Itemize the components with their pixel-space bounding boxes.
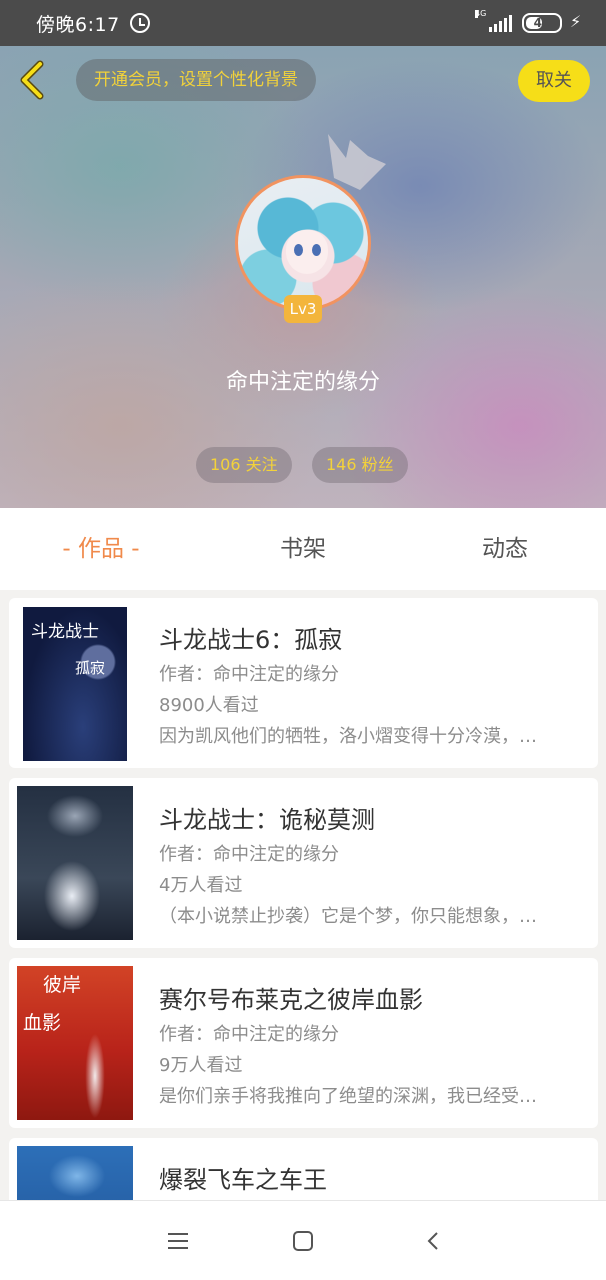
book-title: 爆裂飞车之车王 <box>159 1166 327 1194</box>
alarm-icon <box>129 13 150 33</box>
book-cover <box>17 786 133 940</box>
menu-icon[interactable] <box>168 1233 188 1249</box>
works-list: 斗龙战士 孤寂 斗龙战士6：孤寂 作者：命中注定的缘分 8900人看过 因为凯风… <box>9 598 598 1200</box>
battery-icon: 41 <box>522 13 562 33</box>
book-card[interactable]: 彼岸 血影 赛尔号布莱克之彼岸血影 作者：命中注定的缘分 9万人看过 是你们亲手… <box>9 958 598 1128</box>
fans-count[interactable]: 146 粉丝 <box>312 447 408 483</box>
book-description: 是你们亲手将我推向了绝望的深渊，我已经受… <box>159 1086 537 1107</box>
profile-header: 开通会员，设置个性化背景 取关 Lv3 命中注定的缘分 106 关注 146 粉… <box>0 46 606 508</box>
book-title: 斗龙战士6：孤寂 <box>159 626 343 654</box>
cover-title: 彼岸 <box>43 974 82 996</box>
system-nav-bar <box>0 1200 606 1280</box>
cover-title: 斗龙战士 <box>31 622 99 642</box>
signal-icon: 4G <box>475 10 512 32</box>
username: 命中注定的缘分 <box>225 370 380 395</box>
book-views: 4万人看过 <box>159 875 243 896</box>
book-card[interactable]: 斗龙战士 孤寂 斗龙战士6：孤寂 作者：命中注定的缘分 8900人看过 因为凯风… <box>9 598 598 768</box>
book-card[interactable]: 爆裂飞车之车王 <box>9 1138 598 1200</box>
tab-bookshelf[interactable]: 书架 <box>202 508 404 590</box>
cover-subtitle: 血影 <box>23 1012 62 1034</box>
vip-background-prompt[interactable]: 开通会员，设置个性化背景 <box>76 59 316 101</box>
following-count[interactable]: 106 关注 <box>196 447 292 483</box>
book-cover: 斗龙战士 孤寂 <box>23 607 127 761</box>
book-card[interactable]: 斗龙战士：诡秘莫测 作者：命中注定的缘分 4万人看过 （本小说禁止抄袭）它是个梦… <box>9 778 598 948</box>
book-author: 作者：命中注定的缘分 <box>159 844 339 865</box>
back-icon[interactable] <box>424 1231 444 1251</box>
book-views: 9万人看过 <box>159 1055 243 1076</box>
level-badge: Lv3 <box>284 295 322 323</box>
book-title: 斗龙战士：诡秘莫测 <box>159 806 375 834</box>
tab-activity[interactable]: 动态 <box>404 508 606 590</box>
book-views: 8900人看过 <box>159 695 259 716</box>
book-description: 因为凯风他们的牺牲，洛小熠变得十分冷漠，… <box>159 726 537 747</box>
status-bar: 傍晚6:17 4G 41 <box>0 0 606 46</box>
battery-level: 41 <box>533 16 551 30</box>
chevron-left-icon <box>20 60 44 100</box>
book-cover <box>17 1146 133 1200</box>
avatar[interactable] <box>235 175 371 311</box>
status-time: 傍晚6:17 <box>36 13 120 36</box>
book-author: 作者：命中注定的缘分 <box>159 664 339 685</box>
back-button[interactable] <box>14 60 54 100</box>
cover-subtitle: 孤寂 <box>75 659 106 677</box>
charging-icon <box>570 12 584 32</box>
book-description: （本小说禁止抄袭）它是个梦，你只能想象，… <box>159 906 537 927</box>
network-type: 4G <box>475 9 487 18</box>
book-title: 赛尔号布莱克之彼岸血影 <box>159 986 423 1014</box>
profile-tabs: - 作品 - 书架 动态 <box>0 508 606 590</box>
home-icon[interactable] <box>293 1231 313 1251</box>
tab-works[interactable]: - 作品 - <box>0 508 202 590</box>
unfollow-button[interactable]: 取关 <box>518 60 590 102</box>
book-cover: 彼岸 血影 <box>17 966 133 1120</box>
book-author: 作者：命中注定的缘分 <box>159 1024 339 1045</box>
